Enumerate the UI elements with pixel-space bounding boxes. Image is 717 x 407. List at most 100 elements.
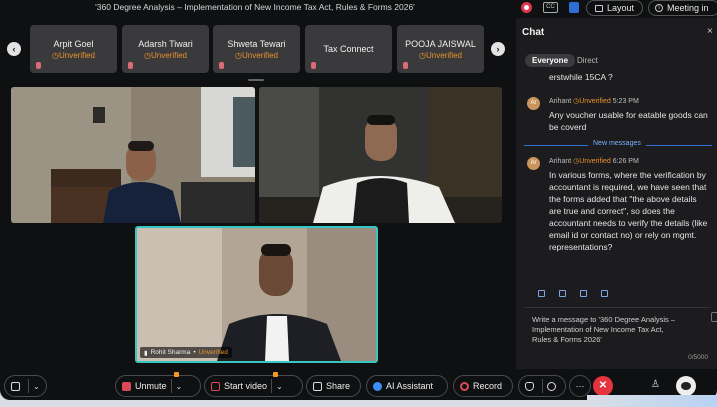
meeting-window: '360 Degree Analysis – Implementation of… — [0, 0, 717, 400]
share-button[interactable]: Share — [306, 375, 361, 397]
chat-message-meta: Arihant Unverified 6:26 PM — [549, 157, 639, 165]
participant-name: Shweta Tewari — [227, 39, 286, 49]
speaker-name-chip: ▮ Rohit Sharma • Unverified — [140, 347, 232, 358]
participant-video-office — [11, 87, 255, 223]
ai-assistant-label: AI Assistant — [386, 381, 434, 391]
warning-icon — [174, 372, 179, 377]
participant-status: Unverified — [122, 51, 209, 60]
share-label: Share — [326, 381, 351, 391]
unmute-button[interactable]: Unmute ⌄ — [115, 372, 201, 397]
participant-name: Arpit Goel — [53, 39, 94, 49]
chat-message-input[interactable]: Write a message to '360 Degree Analysis … — [525, 307, 711, 363]
participants-icon[interactable]: ♙ — [651, 379, 660, 390]
participant-tile[interactable]: Shweta Tewari Unverified — [213, 25, 300, 73]
active-speaker-video-tile[interactable]: ▮ Rohit Sharma • Unverified — [135, 226, 378, 363]
new-messages-label: New messages — [588, 140, 646, 147]
emoji-icon[interactable] — [559, 290, 566, 297]
participant-video-speaker — [137, 228, 376, 361]
chat-input-placeholder: Write a message to '360 Degree Analysis … — [532, 315, 676, 344]
meeting-title: '360 Degree Analysis – Implementation of… — [95, 2, 415, 12]
video-tile[interactable] — [259, 87, 502, 223]
warning-icon — [273, 372, 278, 377]
participant-tile[interactable]: POOJA JAISWAL Unverified — [397, 25, 484, 73]
participant-name: Adarsh Tiwari — [138, 39, 193, 49]
attach-icon[interactable] — [580, 290, 587, 297]
muted-mic-icon — [122, 381, 131, 391]
layout-label: Layout — [606, 3, 635, 13]
ai-assistant-icon — [373, 381, 382, 391]
meeting-info-label: Meeting in — [667, 3, 709, 13]
message-time: 6:26 PM — [612, 158, 639, 165]
layout-button[interactable]: Layout — [586, 0, 643, 16]
video-tile[interactable] — [11, 87, 255, 223]
chevron-down-icon[interactable]: ⌄ — [276, 382, 283, 391]
ai-assistant-button[interactable]: AI Assistant — [366, 375, 448, 397]
tab-everyone[interactable]: Everyone — [525, 54, 576, 67]
share-icon — [313, 381, 322, 391]
avatar: Ar — [527, 97, 540, 110]
closed-captions-button[interactable]: CC — [543, 2, 558, 13]
meeting-info-button[interactable]: i Meeting in — [648, 0, 717, 16]
record-icon — [460, 381, 469, 391]
chat-title: Chat — [522, 27, 545, 38]
message-author-status: Unverified — [573, 158, 611, 165]
tray-icon — [11, 381, 20, 391]
char-count: 0/5000 — [688, 354, 708, 361]
chat-toggle-icon[interactable] — [676, 376, 696, 396]
strip-next-icon[interactable]: › — [491, 42, 505, 56]
title-bar: '360 Degree Analysis – Implementation of… — [0, 0, 717, 17]
message-time: 5:23 PM — [612, 98, 639, 105]
send-icon[interactable] — [711, 312, 717, 322]
strip-resize-handle[interactable] — [248, 79, 264, 81]
message-author-status: Unverified — [573, 98, 611, 105]
strip-prev-icon[interactable]: ‹ — [7, 42, 21, 56]
reactions-icon[interactable] — [547, 381, 556, 391]
muted-mic-icon — [128, 62, 133, 69]
raise-hand-icon[interactable] — [525, 381, 534, 391]
recording-indicator-icon[interactable] — [521, 2, 532, 13]
more-options-button[interactable]: ··· — [569, 375, 591, 397]
speaker-mic-icon: ▮ — [144, 349, 148, 357]
start-video-label: Start video — [224, 381, 268, 391]
chevron-down-icon[interactable]: ⌄ — [33, 382, 40, 391]
speaker-status: Unverified — [198, 349, 228, 356]
participant-tile[interactable]: Adarsh Tiwari Unverified — [122, 25, 209, 73]
chat-message-text: erstwhile 15CA ? — [549, 72, 613, 82]
tray-button[interactable]: ⌄ — [4, 375, 47, 397]
unmute-label: Unmute — [135, 381, 167, 391]
chat-format-toolbar — [538, 290, 608, 297]
record-button[interactable]: Record — [453, 375, 513, 397]
close-icon[interactable]: × — [707, 26, 713, 37]
chat-message-text: In various forms, where the verification… — [549, 170, 708, 252]
screenshot-icon[interactable] — [601, 290, 608, 297]
muted-mic-icon — [311, 62, 316, 69]
format-icon[interactable] — [538, 290, 545, 297]
apps-icon[interactable] — [569, 2, 579, 13]
message-author: Arihant — [549, 158, 572, 165]
chat-panel: Chat × Everyone Direct erstwhile 15CA ? … — [516, 18, 717, 369]
avatar: Ar — [527, 157, 540, 170]
muted-mic-icon — [403, 62, 408, 69]
muted-mic-icon — [219, 62, 224, 69]
speaker-name: Rohit Sharma — [150, 349, 191, 356]
chat-message-text: Any voucher usable for eatable goods can… — [549, 110, 708, 132]
tab-direct[interactable]: Direct — [577, 54, 598, 67]
participant-status: Unverified — [397, 51, 484, 60]
start-video-button[interactable]: Start video ⌄ — [204, 372, 303, 397]
participant-tile[interactable]: Arpit Goel Unverified — [30, 25, 117, 73]
chevron-down-icon[interactable]: ⌄ — [176, 382, 183, 391]
muted-mic-icon — [36, 62, 41, 69]
message-author: Arihant — [549, 98, 572, 105]
leave-meeting-button[interactable]: ✕ — [593, 376, 613, 396]
new-messages-divider: New messages — [524, 140, 712, 150]
participant-name: Tax Connect — [323, 44, 374, 54]
chat-message-meta: Arihant Unverified 5:23 PM — [549, 97, 639, 105]
participant-status: Unverified — [30, 51, 117, 60]
record-label: Record — [473, 381, 503, 391]
video-off-icon — [211, 381, 220, 391]
participant-tile[interactable]: Tax Connect — [305, 25, 392, 73]
participant-video-studio — [259, 87, 502, 223]
participant-status: Unverified — [213, 51, 300, 60]
desktop-background — [587, 395, 717, 407]
participant-name: POOJA JAISWAL — [405, 39, 476, 49]
